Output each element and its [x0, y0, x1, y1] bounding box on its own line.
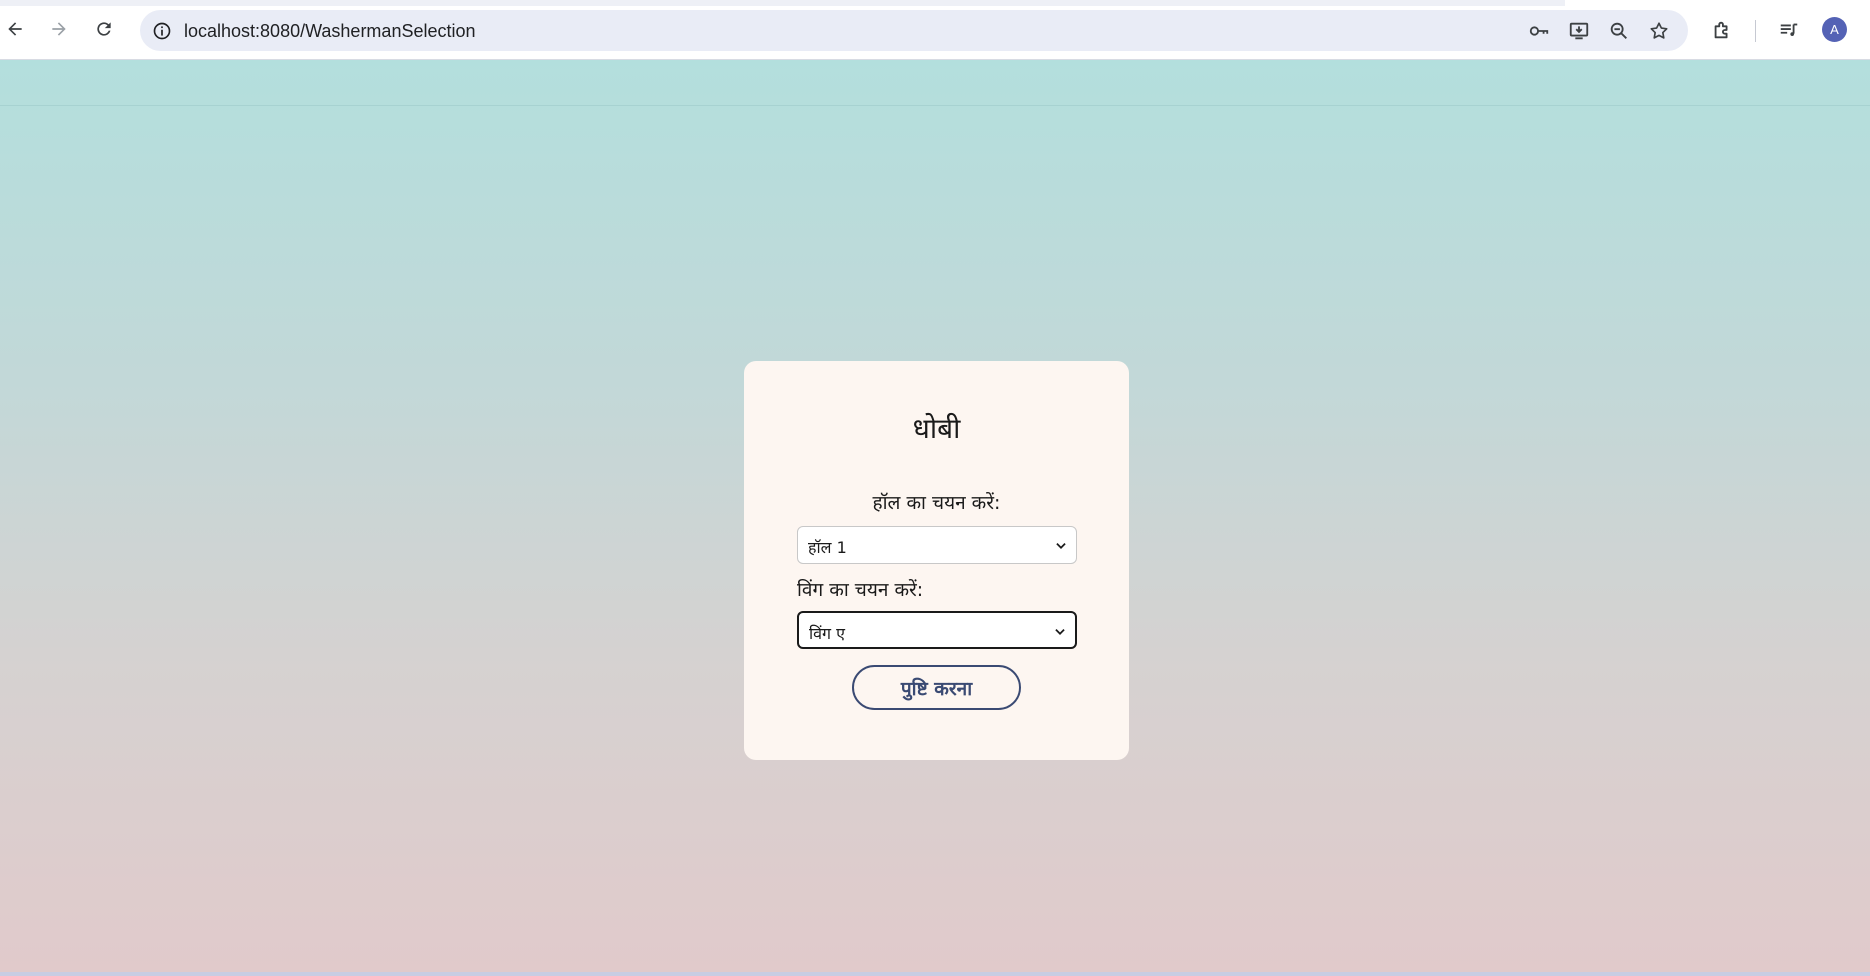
confirm-button[interactable]: पुष्टि करना	[852, 665, 1021, 710]
toolbar-divider	[1755, 20, 1756, 42]
hall-select-label: हॉल का चयन करें:	[872, 492, 1001, 514]
chevron-down-icon	[1055, 629, 1065, 635]
bookmark-button[interactable]	[1647, 19, 1671, 43]
tab-strip-edge	[0, 0, 1565, 6]
reading-list-button[interactable]	[1775, 16, 1803, 44]
hall-select[interactable]: हॉल 1	[797, 526, 1077, 564]
browser-toolbar: localhost:8080/WashermanSelection A	[0, 0, 1870, 60]
chevron-down-icon	[1056, 543, 1066, 549]
install-app-icon	[1569, 22, 1589, 40]
wing-select[interactable]: विंग ए	[797, 611, 1077, 649]
forward-arrow-icon	[52, 22, 66, 36]
bookmark-star-icon	[1650, 22, 1668, 39]
back-button[interactable]	[0, 11, 33, 47]
url-text[interactable]: localhost:8080/WashermanSelection	[184, 20, 476, 42]
extensions-icon	[1714, 21, 1728, 39]
address-bar[interactable]: localhost:8080/WashermanSelection	[140, 10, 1688, 51]
profile-avatar[interactable]: A	[1822, 17, 1847, 42]
forward-button[interactable]	[41, 11, 77, 47]
zoom-button[interactable]	[1607, 19, 1631, 43]
reload-icon	[97, 22, 111, 36]
site-info-button[interactable]	[150, 19, 174, 43]
install-app-button[interactable]	[1567, 19, 1591, 43]
zoom-out-icon	[1610, 22, 1627, 39]
reload-button[interactable]	[86, 11, 122, 47]
selection-card: धोबी हॉल का चयन करें: हॉल 1 विंग का चयन …	[744, 361, 1129, 760]
page-divider	[0, 105, 1870, 106]
hall-select-value: हॉल 1	[808, 538, 847, 557]
extensions-button[interactable]	[1708, 16, 1736, 44]
reading-list-icon	[1780, 23, 1798, 36]
window-bottom-edge	[0, 972, 1870, 976]
password-manager-button[interactable]	[1527, 19, 1551, 43]
wing-select-label: विंग का चयन करें:	[797, 579, 924, 601]
site-info-icon	[153, 22, 171, 40]
page-title: धोबी	[912, 412, 961, 445]
password-key-icon	[1529, 26, 1549, 36]
back-arrow-icon	[8, 22, 22, 36]
wing-select-value: विंग ए	[809, 624, 845, 643]
